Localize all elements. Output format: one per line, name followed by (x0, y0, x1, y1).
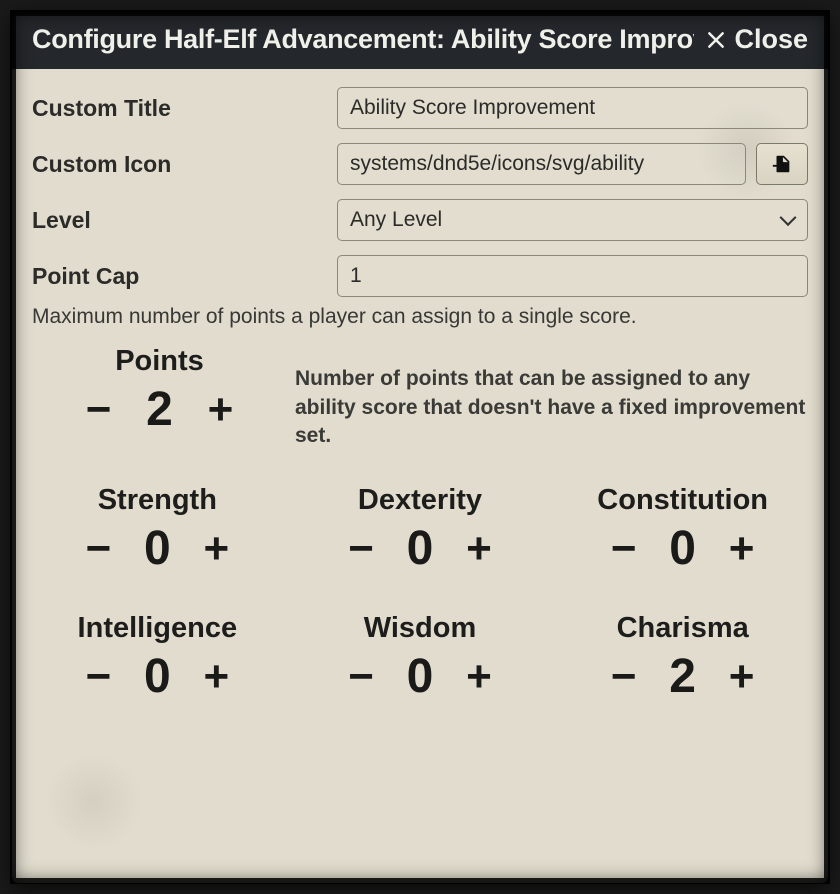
close-button[interactable]: Close (706, 24, 808, 55)
row-point-cap: Point Cap (32, 255, 808, 297)
points-stepper: − 2 + (42, 382, 277, 437)
ability-label: Wisdom (297, 612, 544, 645)
ability-charisma: Charisma − 2 + (559, 612, 806, 704)
input-custom-icon[interactable] (337, 143, 746, 185)
ability-increment[interactable]: + (462, 524, 496, 574)
ability-decrement[interactable]: − (607, 652, 641, 702)
ability-label: Intelligence (34, 612, 281, 645)
input-custom-title[interactable] (337, 87, 808, 129)
hint-point-cap: Maximum number of points a player can as… (32, 303, 808, 331)
ability-decrement[interactable]: − (81, 652, 115, 702)
select-level[interactable]: Any Level (337, 199, 808, 241)
points-stepper-block: Points − 2 + (42, 345, 277, 437)
ability-value: 0 (137, 649, 177, 704)
ability-value: 0 (137, 521, 177, 576)
ability-label: Constitution (559, 484, 806, 517)
ability-stepper: − 0 + (559, 521, 806, 576)
ability-decrement[interactable]: − (81, 524, 115, 574)
ability-increment[interactable]: + (462, 652, 496, 702)
ability-grid: Strength − 0 + Dexterity − 0 + Constitut… (32, 484, 808, 704)
ability-stepper: − 0 + (34, 649, 281, 704)
titlebar: Configure Half-Elf Advancement: Ability … (12, 12, 828, 69)
input-point-cap[interactable] (337, 255, 808, 297)
row-level: Level Any Level (32, 199, 808, 241)
ability-stepper: − 0 + (297, 649, 544, 704)
ability-decrement[interactable]: − (344, 652, 378, 702)
points-value: 2 (140, 382, 180, 437)
browse-icon-button[interactable] (756, 143, 808, 185)
ability-decrement[interactable]: − (607, 524, 641, 574)
ability-value: 0 (663, 521, 703, 576)
ability-dexterity: Dexterity − 0 + (297, 484, 544, 576)
ability-value: 2 (663, 649, 703, 704)
dialog-window: Configure Half-Elf Advancement: Ability … (12, 12, 828, 884)
ability-strength: Strength − 0 + (34, 484, 281, 576)
label-custom-icon: Custom Icon (32, 151, 337, 178)
ability-value: 0 (400, 521, 440, 576)
ability-label: Charisma (559, 612, 806, 645)
ability-stepper: − 2 + (559, 649, 806, 704)
label-level: Level (32, 207, 337, 234)
points-description: Number of points that can be assigned to… (295, 345, 808, 450)
row-custom-icon: Custom Icon (32, 143, 808, 185)
points-increment[interactable]: + (204, 385, 238, 435)
ability-label: Strength (34, 484, 281, 517)
points-area: Points − 2 + Number of points that can b… (42, 345, 808, 450)
ability-stepper: − 0 + (297, 521, 544, 576)
points-decrement[interactable]: − (82, 385, 116, 435)
ability-value: 0 (400, 649, 440, 704)
points-label: Points (42, 345, 277, 378)
ability-constitution: Constitution − 0 + (559, 484, 806, 576)
ability-label: Dexterity (297, 484, 544, 517)
ability-intelligence: Intelligence − 0 + (34, 612, 281, 704)
window-title: Configure Half-Elf Advancement: Ability … (32, 24, 694, 55)
close-label: Close (734, 24, 808, 55)
ability-wisdom: Wisdom − 0 + (297, 612, 544, 704)
close-icon (706, 30, 726, 50)
ability-increment[interactable]: + (725, 524, 759, 574)
row-custom-title: Custom Title (32, 87, 808, 129)
ability-decrement[interactable]: − (344, 524, 378, 574)
ability-increment[interactable]: + (199, 524, 233, 574)
file-import-icon (771, 153, 793, 175)
ability-increment[interactable]: + (725, 652, 759, 702)
dialog-body: Custom Title Custom Icon Level (12, 69, 828, 883)
ability-increment[interactable]: + (199, 652, 233, 702)
label-point-cap: Point Cap (32, 263, 337, 290)
select-level-wrap[interactable]: Any Level (337, 199, 808, 241)
label-custom-title: Custom Title (32, 95, 337, 122)
ability-stepper: − 0 + (34, 521, 281, 576)
